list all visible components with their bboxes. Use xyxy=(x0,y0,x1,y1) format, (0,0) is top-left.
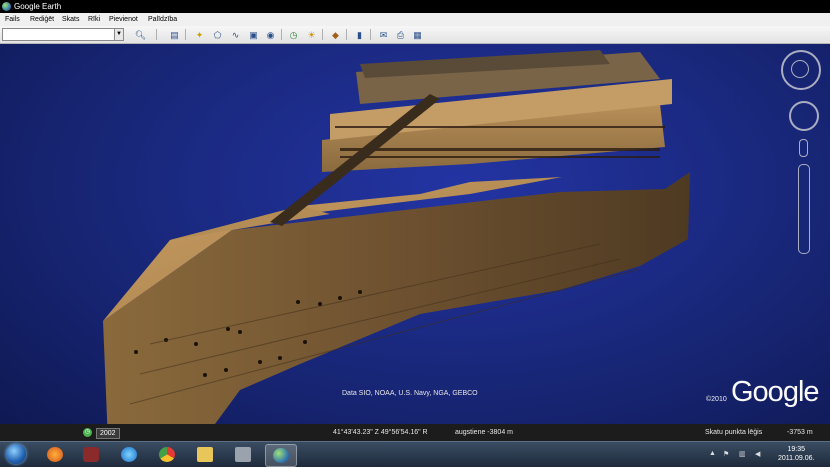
search-input[interactable]: ▼ xyxy=(2,28,124,41)
internet-explorer-icon[interactable] xyxy=(114,444,144,465)
divider xyxy=(370,29,371,40)
polygon-icon[interactable]: ⬠ xyxy=(210,28,225,42)
menu-add[interactable]: Pievienot xyxy=(109,13,138,26)
path-icon[interactable]: ∿ xyxy=(228,28,243,42)
google-earth-icon xyxy=(2,2,11,11)
divider xyxy=(281,29,282,40)
network-icon[interactable]: ▥ xyxy=(739,450,746,458)
placemark-icon[interactable]: ✦ xyxy=(192,28,207,42)
menu-tools[interactable]: Rīki xyxy=(88,13,100,26)
menu-bar: Fails Rediģēt Skats Rīki Pievienot Palīd… xyxy=(0,13,830,26)
clock-icon[interactable]: ◷ xyxy=(83,428,92,437)
overlay-icon[interactable]: ▣ xyxy=(246,28,261,42)
elevation: augstiene -3804 m xyxy=(455,429,513,436)
menu-file[interactable]: Fails xyxy=(5,13,20,26)
move-joystick[interactable] xyxy=(789,101,819,131)
imagery-year: 2002 xyxy=(96,428,120,439)
sunlight-icon[interactable]: ☀ xyxy=(304,28,319,42)
tray-arrow-icon[interactable]: ▲ xyxy=(709,450,716,457)
divider xyxy=(185,29,186,40)
title-bar: Google Earth xyxy=(0,0,830,13)
flag-icon[interactable]: ⚑ xyxy=(723,450,729,458)
menu-help[interactable]: Palīdzība xyxy=(148,13,177,26)
app-icon[interactable] xyxy=(76,444,106,465)
divider xyxy=(322,29,323,40)
start-button[interactable] xyxy=(6,444,26,464)
coordinates: 41°43'43.23" Z 49°56'54.16" R xyxy=(333,429,428,436)
earth-viewport[interactable]: Data SIO, NOAA, U.S. Navy, NGA, GEBCO ©2… xyxy=(0,44,830,442)
street-view-icon[interactable] xyxy=(799,139,808,157)
look-joystick-center[interactable] xyxy=(791,60,809,78)
window-title: Google Earth xyxy=(14,2,62,11)
maps-icon[interactable]: ▦ xyxy=(410,28,425,42)
firefox-icon[interactable] xyxy=(40,444,70,465)
zoom-slider[interactable] xyxy=(798,164,810,254)
taskbar: ▲ ⚑ ▥ ◀ 19:35 2011.09.06. xyxy=(0,441,830,467)
chrome-icon[interactable] xyxy=(152,444,182,465)
divider xyxy=(156,29,157,40)
ruler-icon[interactable]: ▮ xyxy=(352,28,367,42)
eye-altitude-value: -3753 m xyxy=(787,429,813,436)
google-earth-taskbar-icon[interactable] xyxy=(265,444,297,467)
data-attribution: Data SIO, NOAA, U.S. Navy, NGA, GEBCO xyxy=(342,390,478,397)
toolbar: ▼ 🔍︎ ▤ ✦ ⬠ ∿ ▣ ◉ ◷ ☀ ◆ ▮ ✉ ⎙ ▦ xyxy=(0,26,830,44)
sidebar-icon[interactable]: ▤ xyxy=(167,28,182,42)
titanic-wreck-model xyxy=(103,50,690,442)
status-bar: ◷ 2002 41°43'43.23" Z 49°56'54.16" R aug… xyxy=(0,424,830,441)
print-icon[interactable]: ⎙ xyxy=(393,28,408,42)
copyright-text: ©2010 xyxy=(706,396,727,403)
chevron-down-icon[interactable]: ▼ xyxy=(114,29,123,40)
tool-icon[interactable] xyxy=(228,444,258,465)
eye-altitude-label: Skatu punkta lēģis xyxy=(705,429,763,436)
system-clock[interactable]: 19:35 2011.09.06. xyxy=(778,445,814,463)
tour-icon[interactable]: ◉ xyxy=(263,28,278,42)
menu-view[interactable]: Skats xyxy=(62,13,80,26)
email-icon[interactable]: ✉ xyxy=(376,28,391,42)
historical-imagery-icon[interactable]: ◷ xyxy=(286,28,301,42)
google-logo: Google xyxy=(731,376,820,408)
sky-icon[interactable]: ◆ xyxy=(328,28,343,42)
divider xyxy=(346,29,347,40)
folder-icon[interactable] xyxy=(190,444,220,465)
volume-icon[interactable]: ◀ xyxy=(755,450,760,458)
search-icon[interactable]: 🔍︎ xyxy=(133,28,148,42)
menu-edit[interactable]: Rediģēt xyxy=(30,13,54,26)
